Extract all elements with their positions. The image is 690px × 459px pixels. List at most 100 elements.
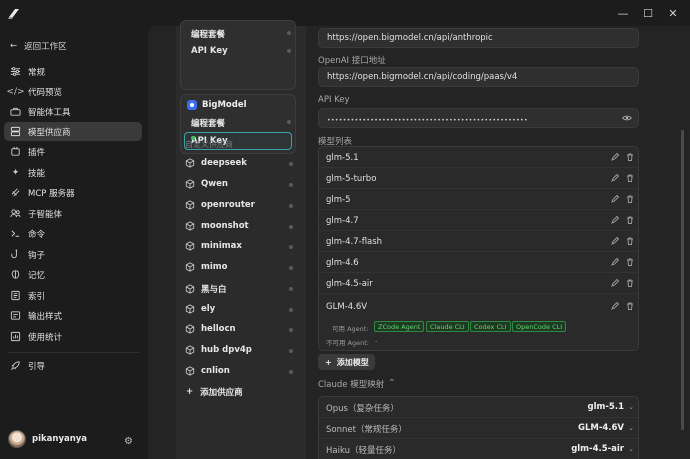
mapping-row-haiku[interactable]: Haiku（轻量任务） glm-4.5-air ⌄: [319, 439, 640, 459]
model-name: glm-4.7: [326, 216, 359, 226]
provider-label: minimax: [201, 241, 242, 251]
status-dot: [289, 308, 293, 312]
add-provider-button[interactable]: + 添加供应商: [186, 386, 243, 398]
provider-label: Qwen: [201, 179, 228, 189]
edit-icon[interactable]: [611, 279, 619, 287]
terminal-icon: [10, 228, 21, 239]
api-key-field[interactable]: ••••••••••••••••••••••••••••••••••••••••…: [318, 108, 639, 128]
cube-icon: [185, 284, 195, 294]
model-row[interactable]: glm-4.7-flash: [319, 231, 638, 252]
provider-item-hub-dpv4p[interactable]: hub dpv4p: [185, 345, 252, 355]
sidebar-item-index[interactable]: 索引: [4, 286, 142, 305]
provider-item-openrouter[interactable]: openrouter: [185, 200, 255, 210]
trash-icon[interactable]: [626, 302, 634, 310]
eye-icon[interactable]: [622, 114, 632, 122]
provider-title[interactable]: BigModel: [187, 100, 247, 110]
status-dot: [287, 31, 291, 35]
openai-url-field[interactable]: https://open.bigmodel.cn/api/coding/paas…: [318, 67, 639, 87]
provider-label: moonshot: [201, 221, 249, 231]
cube-icon: [185, 200, 195, 210]
provider-option-coding-plan[interactable]: 编程套餐: [191, 117, 225, 129]
model-row[interactable]: glm-4.7: [319, 210, 638, 231]
edit-icon[interactable]: [611, 237, 619, 245]
sidebar-item-memory[interactable]: 记忆: [4, 265, 142, 284]
server-icon: [10, 126, 21, 137]
trash-icon[interactable]: [626, 195, 634, 203]
provider-item-black-white[interactable]: 黑与白: [185, 283, 227, 295]
provider-item-deepseek[interactable]: deepseek: [185, 158, 247, 168]
provider-item-cnlion[interactable]: cnlion: [185, 366, 230, 376]
provider-option-coding-plan[interactable]: 编程套餐: [191, 28, 225, 40]
sidebar-item-model-providers[interactable]: 模型供应商: [4, 122, 142, 141]
cube-icon: [185, 262, 195, 272]
sidebar-item-output-style[interactable]: 输出样式: [4, 306, 142, 325]
edit-icon[interactable]: [611, 153, 619, 161]
provider-option-api-key[interactable]: API Key: [191, 46, 228, 56]
sidebar-item-agent-tools[interactable]: 智能体工具: [4, 102, 142, 121]
trash-icon[interactable]: [626, 216, 634, 224]
provider-item-minimax[interactable]: minimax: [185, 241, 242, 251]
provider-item-moonshot[interactable]: moonshot: [185, 221, 249, 231]
claude-mapping-toggle[interactable]: Claude 模型映射 ⌃: [318, 378, 395, 390]
gear-icon[interactable]: ⚙: [124, 436, 133, 447]
mapping-row-opus[interactable]: Opus（复杂任务） glm-5.1 ⌄: [319, 397, 640, 418]
model-row[interactable]: glm-4.6: [319, 252, 638, 273]
model-row[interactable]: glm-5: [319, 189, 638, 210]
close-button[interactable]: ✕: [656, 0, 690, 26]
model-row[interactable]: glm-5.1: [319, 147, 638, 168]
sidebar-item-commands[interactable]: 命令: [4, 224, 142, 243]
edit-icon[interactable]: [611, 258, 619, 266]
model-row[interactable]: glm-4.5-air: [319, 273, 638, 294]
status-dot: [289, 225, 293, 229]
sidebar-item-label: 输出样式: [28, 311, 63, 322]
sidebar-item-hooks[interactable]: 钩子: [4, 245, 142, 264]
status-dot: [289, 204, 293, 208]
mapping-value: glm-5.1: [587, 402, 624, 412]
sidebar-item-label: 智能体工具: [28, 107, 71, 118]
index-icon: [10, 290, 21, 301]
edit-icon[interactable]: [611, 216, 619, 224]
trash-icon[interactable]: [626, 258, 634, 266]
model-row-special[interactable]: GLM-4.6V 可用 Agent: ZCode Agent Claude CL…: [319, 295, 638, 350]
status-dot: [289, 183, 293, 187]
edit-icon[interactable]: [611, 174, 619, 182]
trash-icon[interactable]: [626, 153, 634, 161]
mapping-row-sonnet[interactable]: Sonnet（常规任务） GLM-4.6V ⌄: [319, 418, 640, 439]
unavailable-agents-label: 不可用 Agent:: [326, 339, 369, 347]
cube-icon: [185, 179, 195, 189]
model-name: GLM-4.6V: [326, 302, 368, 312]
add-model-button[interactable]: + 添加模型: [318, 354, 375, 370]
anthropic-url-field[interactable]: https://open.bigmodel.cn/api/anthropic: [318, 28, 639, 48]
sidebar-item-subagents[interactable]: 子智能体: [4, 204, 142, 223]
avatar: [8, 430, 26, 448]
provider-item-qwen[interactable]: Qwen: [185, 179, 228, 189]
provider-item-hellocn[interactable]: hellocn: [185, 324, 236, 334]
field-value: https://open.bigmodel.cn/api/anthropic: [327, 33, 493, 43]
user-profile[interactable]: pikanyanya: [8, 430, 87, 448]
trash-icon[interactable]: [626, 237, 634, 245]
trash-icon[interactable]: [626, 279, 634, 287]
edit-icon[interactable]: [611, 302, 619, 310]
plus-icon: +: [186, 387, 194, 397]
provider-item-ely[interactable]: ely: [185, 304, 215, 314]
back-to-workspace-button[interactable]: ← 返回工作区: [10, 40, 67, 52]
sidebar-item-mcp-servers[interactable]: MCP 服务器: [4, 183, 142, 202]
sidebar-item-code-preview[interactable]: </> 代码预览: [4, 82, 142, 101]
sliders-icon: [10, 66, 21, 77]
scrollbar[interactable]: [681, 130, 684, 430]
model-row[interactable]: glm-5-turbo: [319, 168, 638, 189]
sidebar-item-guide[interactable]: 引导: [4, 356, 142, 375]
plus-icon: +: [325, 357, 332, 367]
arrow-left-icon: ←: [10, 41, 18, 51]
mapping-key: Haiku（轻量任务）: [326, 446, 402, 456]
sidebar-item-usage-stats[interactable]: 使用统计: [4, 327, 142, 346]
edit-icon[interactable]: [611, 195, 619, 203]
sidebar-item-label: 技能: [28, 168, 46, 179]
trash-icon[interactable]: [626, 174, 634, 182]
provider-item-mimo[interactable]: mimo: [185, 262, 227, 272]
sidebar-item-skills[interactable]: ✦ 技能: [4, 163, 142, 182]
mapping-title: Claude 模型映射: [318, 380, 385, 390]
mcp-icon: [10, 187, 21, 198]
sidebar-item-plugins[interactable]: 插件: [4, 142, 142, 161]
sidebar-item-general[interactable]: 常规: [4, 62, 142, 81]
